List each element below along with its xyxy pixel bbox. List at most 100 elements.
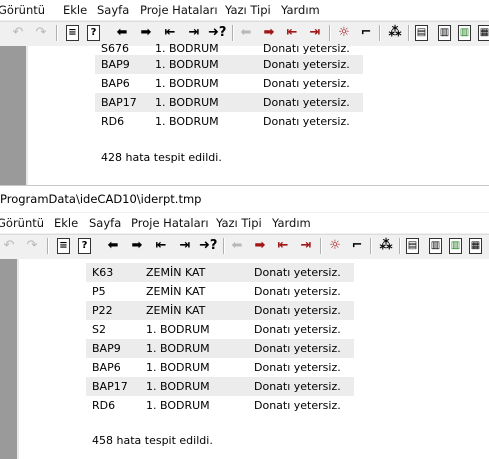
table-row: BAP17 1. BODRUM Donatı yetersiz. bbox=[95, 93, 363, 112]
table-row: BAP9 1. BODRUM Donatı yetersiz. bbox=[95, 55, 363, 74]
layout-icon[interactable]: ▦ bbox=[469, 238, 482, 254]
floor-name: 1. BODRUM bbox=[146, 323, 210, 336]
error-message: Donatı yetersiz. bbox=[263, 115, 350, 128]
next-icon[interactable]: ➡ bbox=[128, 237, 146, 255]
menu-insert[interactable]: Ekle bbox=[54, 213, 78, 233]
floor-name: ZEMİN KAT bbox=[146, 285, 206, 298]
two-page-icon[interactable]: ▥ bbox=[438, 25, 451, 41]
menu-help[interactable]: Yardım bbox=[272, 213, 311, 233]
menu-insert[interactable]: Ekle bbox=[63, 0, 87, 20]
start-icon[interactable]: ⇤ bbox=[152, 237, 170, 255]
left-gutter bbox=[0, 46, 26, 185]
toolbar: ↶ ↷ ≡ ? ⬅ ➡ ⇤ ⇥ ➜? ⬅ ➡ ⇤ ⇥ ☼ ⌐ ⁂ ▤ ▥ ▥ ▦ bbox=[0, 234, 489, 260]
left-gutter bbox=[0, 259, 17, 459]
error-message: Donatı yetersiz. bbox=[254, 266, 341, 279]
report-window-top: Görüntü Ekle Sayfa Proje Hataları Yazı T… bbox=[0, 0, 489, 186]
error-message: Donatı yetersiz. bbox=[254, 399, 341, 412]
floor-name: 1. BODRUM bbox=[146, 380, 210, 393]
two-page-icon[interactable]: ▥ bbox=[429, 238, 442, 254]
table-row: BAP6 1. BODRUM Donatı yetersiz. bbox=[86, 358, 354, 377]
format-icon[interactable]: ⁂ bbox=[386, 24, 404, 42]
floor-name: ZEMİN KAT bbox=[146, 266, 206, 279]
color-page-icon[interactable]: ▥ bbox=[458, 25, 471, 41]
undo-icon[interactable]: ↶ bbox=[0, 237, 18, 255]
menu-help[interactable]: Yardım bbox=[281, 0, 320, 20]
menu-font[interactable]: Yazı Tipi bbox=[225, 0, 271, 20]
last-error-icon[interactable]: ⇥ bbox=[297, 237, 315, 255]
toolbar-separator bbox=[320, 238, 322, 254]
floor-name: 1. BODRUM bbox=[155, 96, 219, 109]
element-id: BAP9 bbox=[101, 58, 130, 71]
menu-project-errors[interactable]: Proje Hataları bbox=[131, 213, 209, 233]
gutter-border bbox=[17, 259, 19, 459]
menu-page[interactable]: Sayfa bbox=[97, 0, 129, 20]
gutter-border bbox=[26, 46, 28, 185]
error-message: Donatı yetersiz. bbox=[263, 77, 350, 90]
menu-view[interactable]: Görüntü bbox=[0, 213, 44, 233]
floor-name: 1. BODRUM bbox=[146, 361, 210, 374]
first-error-icon[interactable]: ⇤ bbox=[274, 237, 292, 255]
report-content: K63 ZEMİN KAT Donatı yetersiz. P5 ZEMİN … bbox=[0, 259, 489, 459]
error-message: Donatı yetersiz. bbox=[254, 285, 341, 298]
toolbar-separator bbox=[56, 25, 58, 41]
element-id: S2 bbox=[92, 323, 106, 336]
page-icon[interactable]: ≡ bbox=[57, 238, 70, 254]
error-summary: 458 hata tespit edildi. bbox=[92, 434, 213, 447]
error-message: Donatı yetersiz. bbox=[254, 323, 341, 336]
floor-name: 1. BODRUM bbox=[155, 115, 219, 128]
element-id: P5 bbox=[92, 285, 106, 298]
table-row: RD6 1. BODRUM Donatı yetersiz. bbox=[95, 112, 363, 131]
error-sign-icon[interactable]: ⌐ bbox=[357, 24, 375, 42]
page-icon[interactable]: ≡ bbox=[66, 25, 79, 41]
table-row: K63 ZEMİN KAT Donatı yetersiz. bbox=[86, 263, 354, 282]
element-id: K63 bbox=[92, 266, 114, 279]
help-icon[interactable]: ? bbox=[78, 238, 91, 254]
table-row: S2 1. BODRUM Donatı yetersiz. bbox=[86, 320, 354, 339]
element-id: BAP6 bbox=[101, 77, 130, 90]
table-row: P5 ZEMİN KAT Donatı yetersiz. bbox=[86, 282, 354, 301]
floor-name: 1. BODRUM bbox=[146, 399, 210, 412]
error-summary: 428 hata tespit edildi. bbox=[101, 151, 222, 164]
redo-icon[interactable]: ↷ bbox=[23, 237, 41, 255]
error-sign-icon[interactable]: ⌐ bbox=[348, 237, 366, 255]
menu-page[interactable]: Sayfa bbox=[89, 213, 121, 233]
next-error-icon[interactable]: ➡ bbox=[251, 237, 269, 255]
floor-name: 1. BODRUM bbox=[146, 342, 210, 355]
element-id: BAP17 bbox=[92, 380, 128, 393]
first-icon[interactable]: ⬅ bbox=[104, 237, 122, 255]
table-row: BAP17 1. BODRUM Donatı yetersiz. bbox=[86, 377, 354, 396]
window-title: ProgramData\ideCAD10\iderpt.tmp bbox=[0, 192, 202, 206]
element-id: P22 bbox=[92, 304, 113, 317]
end-icon[interactable]: ⇥ bbox=[176, 237, 194, 255]
error-message: Donatı yetersiz. bbox=[254, 304, 341, 317]
element-id: BAP6 bbox=[92, 361, 121, 374]
color-page-icon[interactable]: ▥ bbox=[449, 238, 462, 254]
element-id: RD6 bbox=[92, 399, 116, 412]
toolbar-separator bbox=[408, 25, 410, 41]
error-settings-icon[interactable]: ☼ bbox=[326, 237, 344, 255]
format-icon[interactable]: ⁂ bbox=[377, 237, 395, 255]
floor-name: 1. BODRUM bbox=[155, 58, 219, 71]
element-id: BAP9 bbox=[92, 342, 121, 355]
page-view-icon[interactable]: ▤ bbox=[406, 238, 419, 254]
toolbar-separator bbox=[399, 238, 401, 254]
floor-name: ZEMİN KAT bbox=[146, 304, 206, 317]
title-bar: ProgramData\ideCAD10\iderpt.tmp bbox=[0, 186, 489, 212]
error-message: Donatı yetersiz. bbox=[263, 96, 350, 109]
element-id: BAP17 bbox=[101, 96, 137, 109]
page-view-icon[interactable]: ▤ bbox=[415, 25, 428, 41]
element-id: RD6 bbox=[101, 115, 125, 128]
menu-bar: Görüntü Ekle Sayfa Proje Hataları Yazı T… bbox=[0, 0, 489, 20]
menu-font[interactable]: Yazı Tipi bbox=[216, 213, 262, 233]
redo-icon[interactable]: ↷ bbox=[32, 24, 50, 42]
toolbar-separator bbox=[379, 25, 381, 41]
prev-error-icon[interactable]: ⬅ bbox=[228, 237, 246, 255]
menu-view[interactable]: Görüntü bbox=[0, 0, 45, 20]
table-row: BAP6 1. BODRUM Donatı yetersiz. bbox=[95, 74, 363, 93]
goto-icon[interactable]: ➜? bbox=[199, 237, 217, 255]
toolbar-separator bbox=[370, 238, 372, 254]
menu-project-errors[interactable]: Proje Hataları bbox=[140, 0, 218, 20]
layout-icon[interactable]: ▦ bbox=[478, 25, 489, 41]
table-row: P22 ZEMİN KAT Donatı yetersiz. bbox=[86, 301, 354, 320]
undo-icon[interactable]: ↶ bbox=[9, 24, 27, 42]
